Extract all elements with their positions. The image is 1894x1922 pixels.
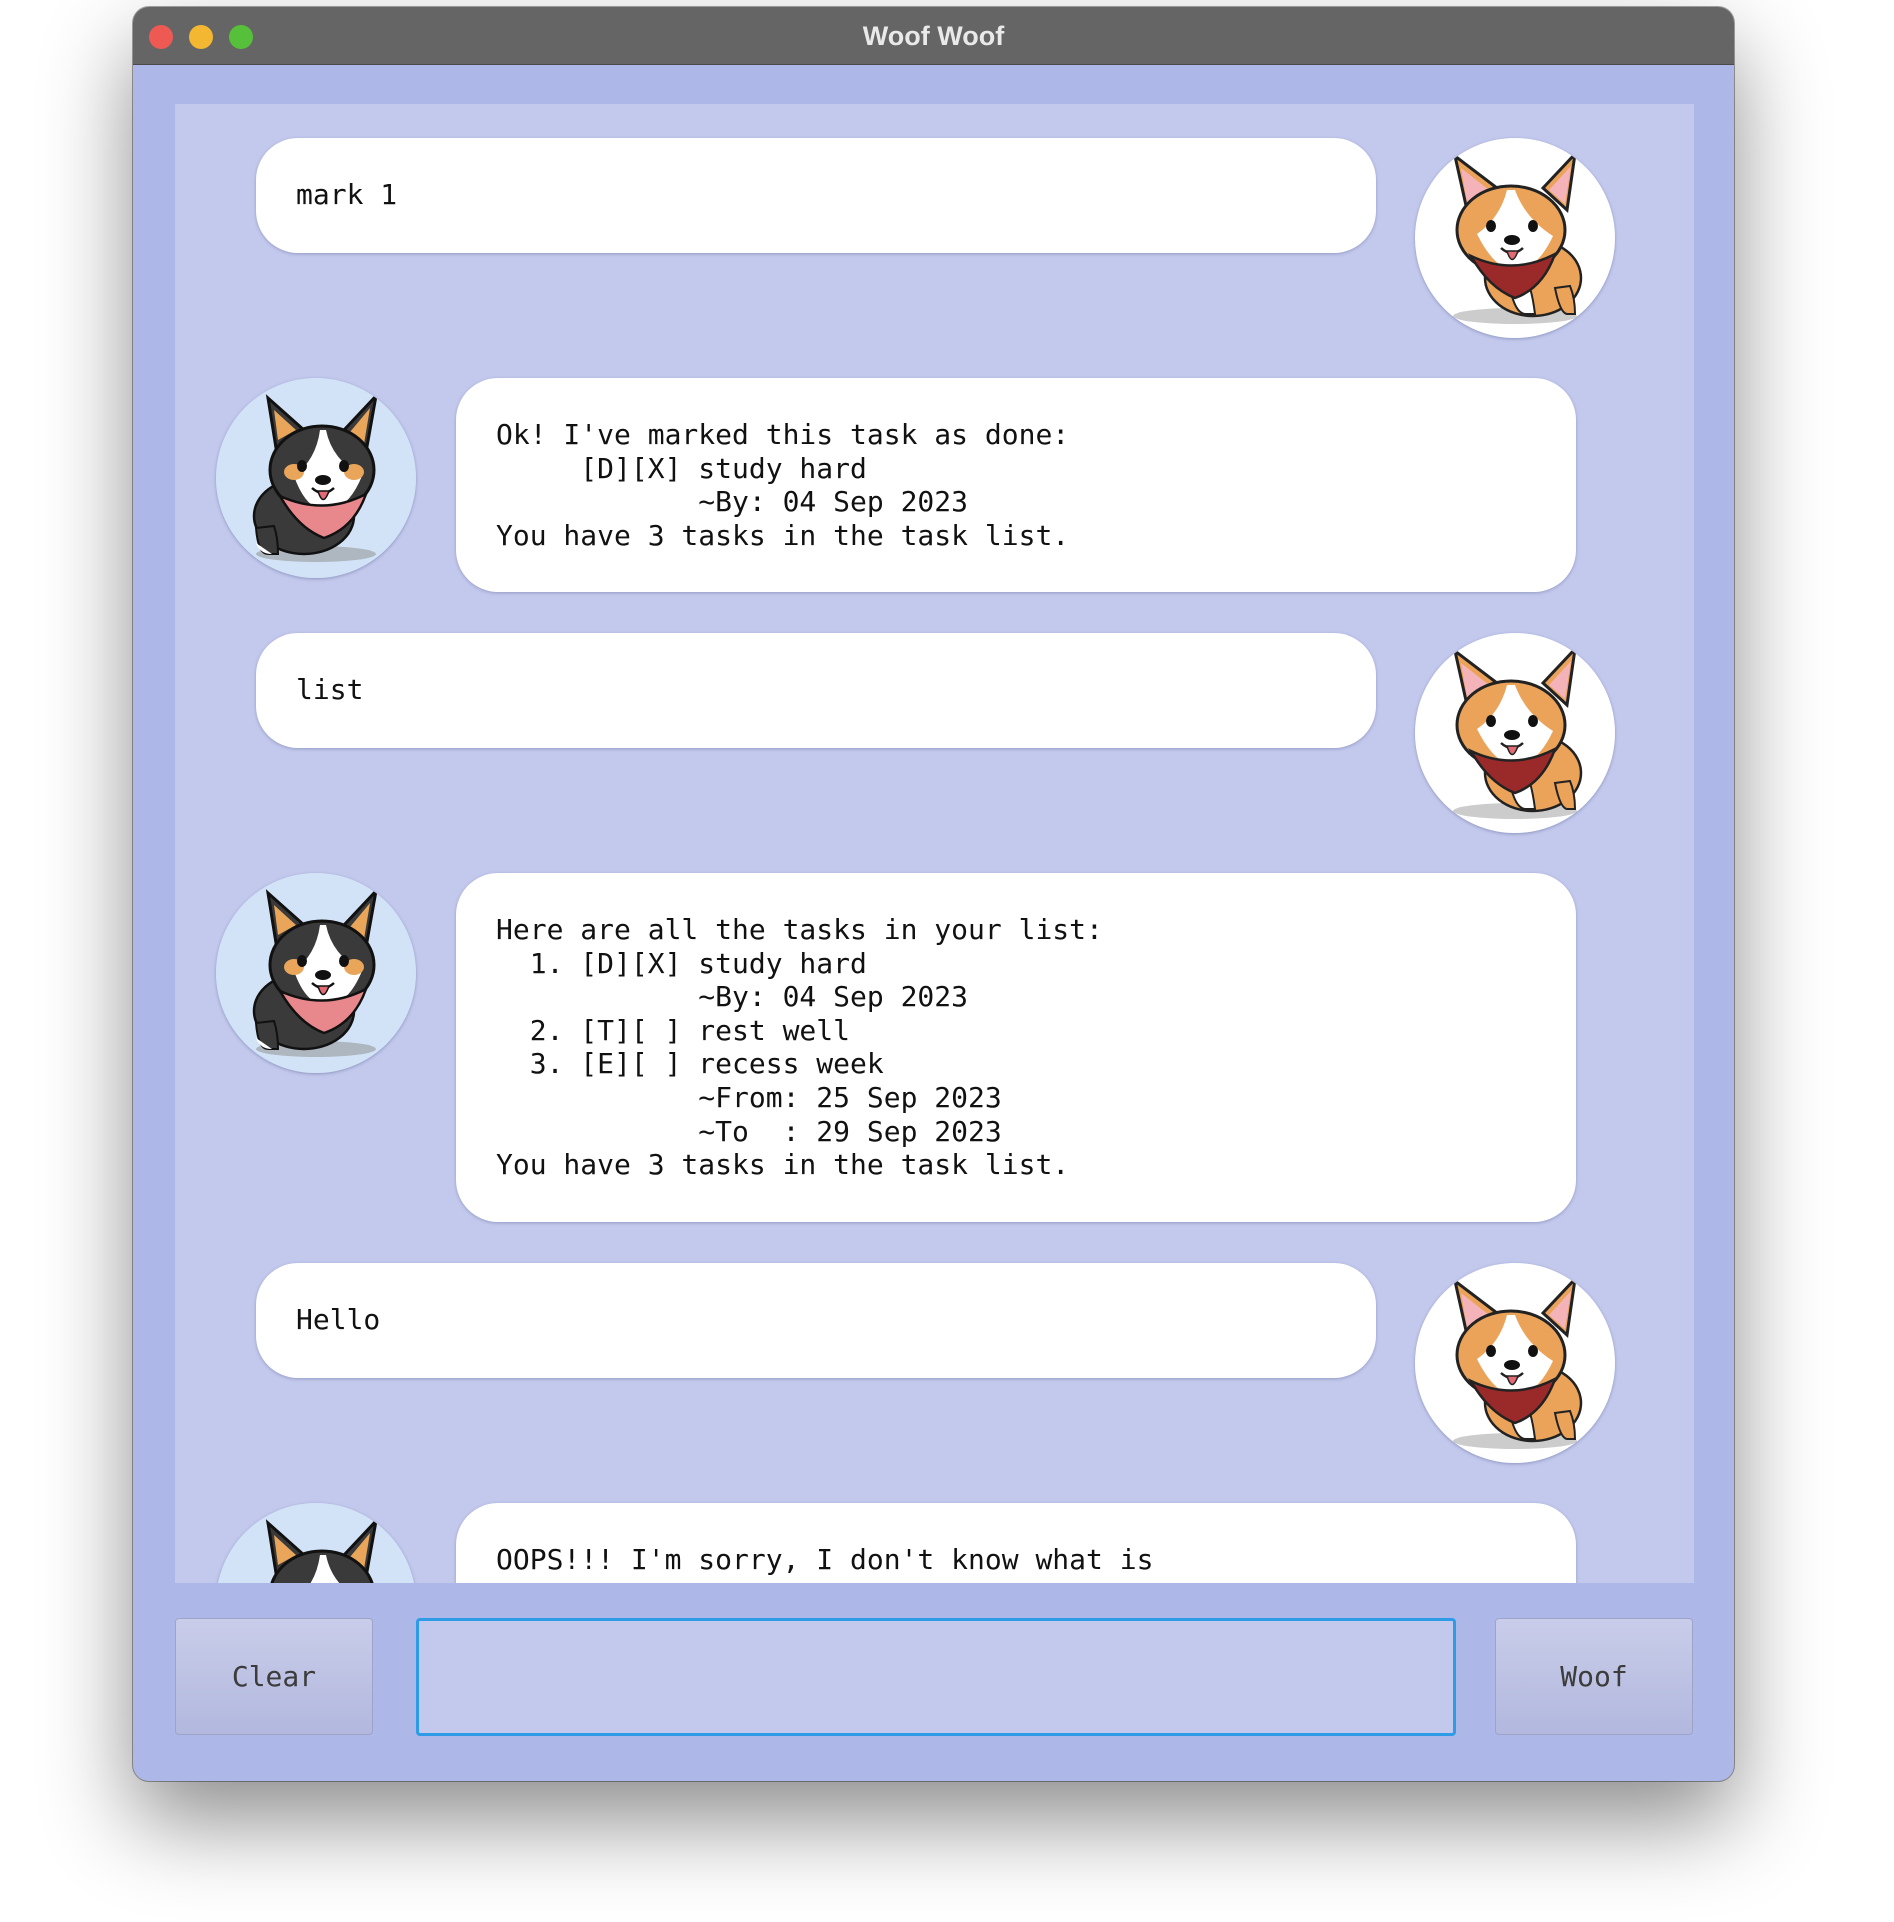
send-button[interactable]: Woof [1495, 1618, 1693, 1735]
user-message-bubble: list [256, 633, 1376, 748]
message-input[interactable] [416, 1618, 1456, 1736]
bot-message-bubble: OOPS!!! I'm sorry, I don't know what is [456, 1503, 1576, 1583]
bot-message-bubble: Here are all the tasks in your list: 1. … [456, 873, 1576, 1222]
tricolor-corgi-avatar [216, 873, 416, 1073]
user-message-bubble: mark 1 [256, 138, 1376, 253]
tan-corgi-avatar [1415, 1263, 1615, 1463]
bot-message-bubble: Ok! I've marked this task as done: [D][X… [456, 378, 1576, 592]
tricolor-corgi-avatar [216, 1503, 416, 1583]
tan-corgi-avatar [1415, 138, 1615, 338]
dialog-scroll-pane[interactable]: mark 1 Ok! I've marked this task as done… [175, 104, 1694, 1583]
app-window: Woof Woof mark 1 Ok! I've marked this ta… [133, 7, 1734, 1781]
title-bar: Woof Woof [133, 7, 1734, 65]
user-message-bubble: Hello [256, 1263, 1376, 1378]
tricolor-corgi-avatar [216, 378, 416, 578]
clear-button[interactable]: Clear [175, 1618, 373, 1735]
tan-corgi-avatar [1415, 633, 1615, 833]
window-title: Woof Woof [862, 21, 1005, 51]
